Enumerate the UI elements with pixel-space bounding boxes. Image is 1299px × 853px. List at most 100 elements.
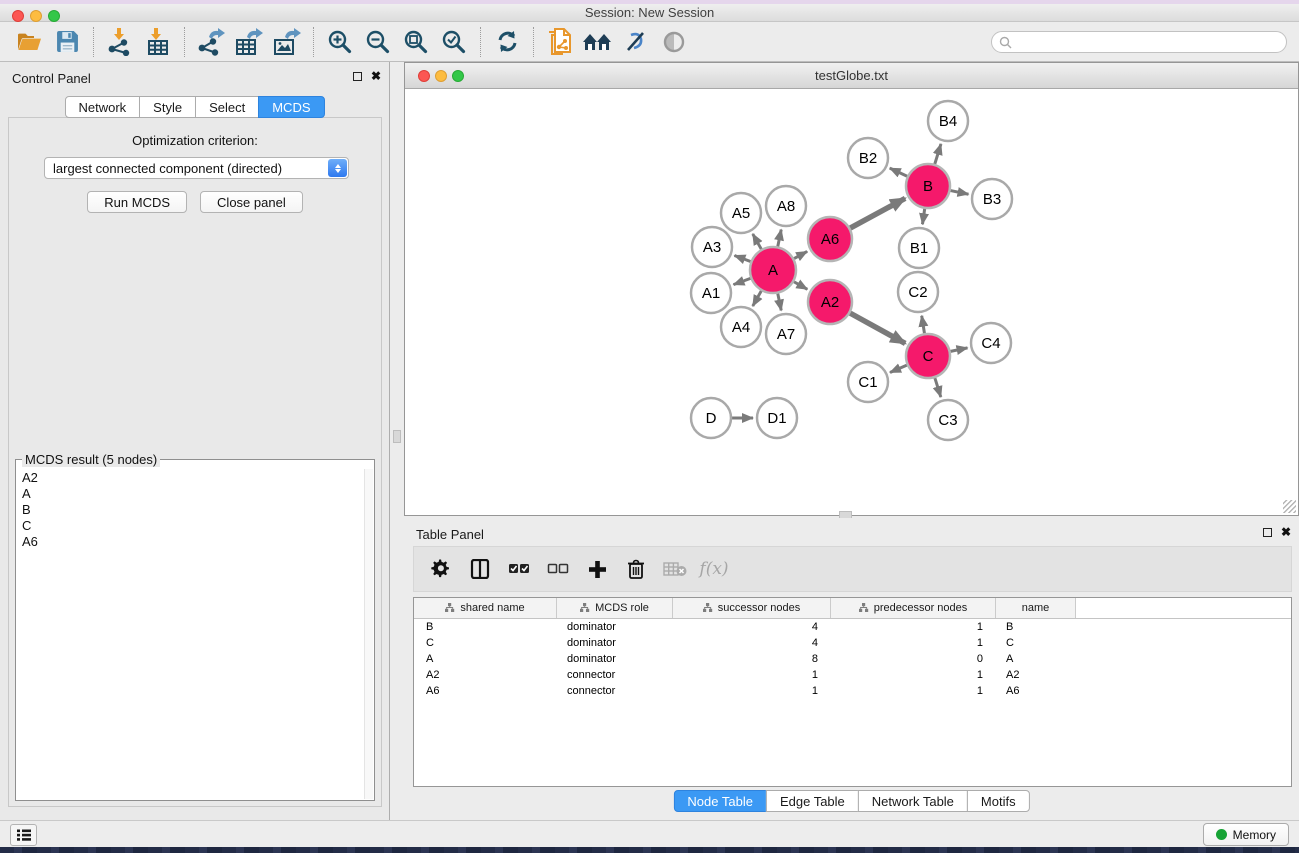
vertical-splitter-handle[interactable] xyxy=(393,430,401,443)
show-panels-button[interactable] xyxy=(10,824,37,846)
graph-edge-A6-B[interactable] xyxy=(850,198,905,228)
show-columns-button[interactable] xyxy=(467,556,493,582)
table-cell[interactable]: A xyxy=(414,653,557,665)
export-network-button[interactable] xyxy=(192,25,230,59)
close-panel-button[interactable]: Close panel xyxy=(200,191,303,213)
table-cell[interactable]: 1 xyxy=(831,621,996,633)
close-panel-icon[interactable]: ✖ xyxy=(371,71,381,81)
table-cell[interactable]: B xyxy=(996,621,1076,633)
search-box[interactable] xyxy=(991,31,1287,53)
function-builder-button[interactable]: f(x) xyxy=(701,556,727,582)
criterion-dropdown[interactable]: largest connected component (directed) xyxy=(44,157,349,179)
export-table-button[interactable] xyxy=(230,25,268,59)
graph-edge-A-A1[interactable] xyxy=(734,278,751,284)
graph-edge-B-B3[interactable] xyxy=(951,191,969,195)
mcds-result-item[interactable]: C xyxy=(22,518,374,534)
table-row[interactable]: Cdominator41C xyxy=(414,635,1291,651)
column-header-mcds-role[interactable]: MCDS role xyxy=(557,598,673,618)
select-all-button[interactable] xyxy=(506,556,532,582)
minimize-window-button[interactable] xyxy=(30,10,42,22)
zoom-out-button[interactable] xyxy=(359,25,397,59)
graph-edge-C-C3[interactable] xyxy=(935,378,941,397)
graph-edge-A-A2[interactable] xyxy=(794,282,807,290)
zoom-fit-button[interactable] xyxy=(397,25,435,59)
unselect-all-button[interactable] xyxy=(545,556,571,582)
table-cell[interactable]: dominator xyxy=(557,621,673,633)
graph-edge-C-C1[interactable] xyxy=(890,365,907,372)
mcds-result-item[interactable]: A6 xyxy=(22,534,374,550)
close-table-panel-icon[interactable]: ✖ xyxy=(1281,527,1291,537)
table-cell[interactable]: A2 xyxy=(414,669,557,681)
graph-edge-B-B4[interactable] xyxy=(935,144,941,164)
graph-edge-A-A5[interactable] xyxy=(753,234,762,249)
table-cell[interactable]: connector xyxy=(557,685,673,697)
export-image-button[interactable] xyxy=(268,25,306,59)
graph-edge-A-A7[interactable] xyxy=(778,294,781,311)
new-network-from-file-button[interactable] xyxy=(541,25,579,59)
graph-edge-A-A3[interactable] xyxy=(734,255,750,261)
float-table-panel-icon[interactable] xyxy=(1263,528,1272,537)
home-button[interactable] xyxy=(579,25,617,59)
tab-motifs[interactable]: Motifs xyxy=(967,790,1030,812)
table-cell[interactable]: B xyxy=(414,621,557,633)
column-header-predecessor-nodes[interactable]: predecessor nodes xyxy=(831,598,996,618)
zoom-selected-button[interactable] xyxy=(435,25,473,59)
mcds-result-item[interactable]: B xyxy=(22,502,374,518)
minimize-network-button[interactable] xyxy=(435,70,447,82)
run-mcds-button[interactable]: Run MCDS xyxy=(87,191,187,213)
memory-button[interactable]: Memory xyxy=(1203,823,1289,846)
table-cell[interactable]: dominator xyxy=(557,637,673,649)
graph-edge-C-C4[interactable] xyxy=(951,348,968,352)
table-cell[interactable]: 4 xyxy=(673,637,831,649)
zoom-window-button[interactable] xyxy=(48,10,60,22)
graph-edge-A2-C[interactable] xyxy=(850,313,905,343)
hide-graphics-details-button[interactable] xyxy=(617,25,655,59)
add-column-button[interactable] xyxy=(584,556,610,582)
table-cell[interactable]: 4 xyxy=(673,621,831,633)
table-cell[interactable]: C xyxy=(414,637,557,649)
table-cell[interactable]: 1 xyxy=(673,669,831,681)
network-canvas[interactable]: B4B2BB3A5A8A6B1A3AA1C2A2A4A7C4CC1C3DD1 xyxy=(405,89,1298,515)
zoom-network-button[interactable] xyxy=(452,70,464,82)
table-row[interactable]: A6connector11A6 xyxy=(414,683,1291,699)
table-cell[interactable]: 1 xyxy=(673,685,831,697)
close-network-button[interactable] xyxy=(418,70,430,82)
graph-edge-C-C2[interactable] xyxy=(922,316,925,334)
column-header-shared-name[interactable]: shared name xyxy=(414,598,557,618)
tab-edge-table[interactable]: Edge Table xyxy=(766,790,859,812)
import-network-button[interactable] xyxy=(101,25,139,59)
table-cell[interactable]: 1 xyxy=(831,637,996,649)
zoom-in-button[interactable] xyxy=(321,25,359,59)
birds-eye-view-button[interactable] xyxy=(655,25,693,59)
delete-column-button[interactable] xyxy=(623,556,649,582)
column-header-name[interactable]: name xyxy=(996,598,1076,618)
table-cell[interactable]: 1 xyxy=(831,669,996,681)
tab-mcds[interactable]: MCDS xyxy=(258,96,324,118)
table-cell[interactable]: connector xyxy=(557,669,673,681)
table-cell[interactable]: 0 xyxy=(831,653,996,665)
table-row[interactable]: A2connector11A2 xyxy=(414,667,1291,683)
table-cell[interactable]: C xyxy=(996,637,1076,649)
import-table-button[interactable] xyxy=(139,25,177,59)
table-cell[interactable]: A6 xyxy=(996,685,1076,697)
table-cell[interactable]: dominator xyxy=(557,653,673,665)
tab-network[interactable]: Network xyxy=(64,96,140,118)
tab-network-table[interactable]: Network Table xyxy=(858,790,968,812)
mcds-result-item[interactable]: A2 xyxy=(22,470,374,486)
table-row[interactable]: Bdominator41B xyxy=(414,619,1291,635)
table-cell[interactable]: A6 xyxy=(414,685,557,697)
graph-edge-B-B2[interactable] xyxy=(890,168,907,176)
graph-edge-A-A4[interactable] xyxy=(753,291,762,306)
float-panel-icon[interactable] xyxy=(353,72,362,81)
refresh-button[interactable] xyxy=(488,25,526,59)
column-header-successor-nodes[interactable]: successor nodes xyxy=(673,598,831,618)
tab-node-table[interactable]: Node Table xyxy=(673,790,767,812)
table-cell[interactable]: 8 xyxy=(673,653,831,665)
delete-table-button[interactable] xyxy=(662,556,688,582)
table-cell[interactable]: A2 xyxy=(996,669,1076,681)
table-options-button[interactable] xyxy=(428,556,454,582)
tab-select[interactable]: Select xyxy=(195,96,259,118)
window-resize-grip[interactable] xyxy=(1283,500,1296,513)
close-window-button[interactable] xyxy=(12,10,24,22)
mcds-result-item[interactable]: A xyxy=(22,486,374,502)
